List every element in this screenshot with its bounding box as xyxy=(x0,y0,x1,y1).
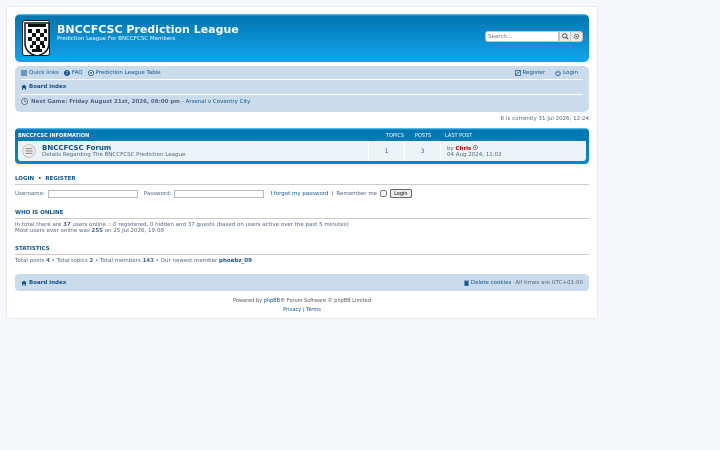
record-count: 255 xyxy=(91,228,104,234)
username-field[interactable] xyxy=(47,189,138,198)
forum-info: BNCCFCSC Forum Details Regarding The BNC… xyxy=(18,141,369,161)
last-post-header: LAST POST xyxy=(445,133,473,139)
register-link[interactable]: Register xyxy=(514,69,546,76)
view-latest-post-icon[interactable] xyxy=(473,144,478,150)
forum-last-post: by Chris 04 Aug 2024, 11:02 xyxy=(441,141,502,161)
register-label: Register xyxy=(522,69,546,76)
login-link[interactable]: Login xyxy=(555,70,578,76)
power-icon xyxy=(555,69,561,76)
record-text-post: on 25 Jul 2026, 19:06 xyxy=(103,228,164,234)
site-title[interactable]: BNCCFCSC Prediction League xyxy=(57,23,239,36)
forum-description: Details Regarding The BNCCFCSC Predictio… xyxy=(42,152,186,158)
powered-post: ® Forum Software © phpBB Limited xyxy=(280,298,371,304)
posts-header: POSTS xyxy=(414,133,432,139)
forum-category: BNCCFCSC INFORMATION TOPICS POSTS LAST P… xyxy=(15,128,589,164)
who-is-online-title: WHO IS ONLINE xyxy=(15,210,589,219)
quick-links-menu[interactable]: Quick links xyxy=(21,70,59,76)
home-icon xyxy=(21,280,27,286)
menu-icon xyxy=(21,70,27,75)
last-post-date: 04 Aug 2024, 11:02 xyxy=(447,151,502,158)
league-table-link[interactable]: Prediction League Table xyxy=(87,69,161,76)
gear-icon xyxy=(573,33,580,40)
login-label: Login xyxy=(563,69,578,76)
breadcrumb: Board index xyxy=(21,80,583,94)
footer-right: Delete cookies All times are UTC+01:00 xyxy=(463,279,583,286)
forum-read-icon xyxy=(22,144,36,158)
home-icon xyxy=(21,84,27,90)
clock-icon xyxy=(21,98,28,105)
header-bar: BNCCFCSC Prediction League Prediction Le… xyxy=(15,14,589,62)
remember-me-checkbox[interactable] xyxy=(380,190,388,197)
phpbb-link[interactable]: phpBB xyxy=(264,298,280,304)
search-button[interactable] xyxy=(559,31,571,42)
members-total: 143 xyxy=(142,258,154,264)
trash-icon xyxy=(463,280,469,286)
search-input[interactable] xyxy=(485,31,559,42)
footer-navbar: Board index Delete cookies All times are… xyxy=(15,274,589,291)
site-logo[interactable] xyxy=(22,20,50,56)
statistics-line: Total posts 4 • Total topics 2 • Total m… xyxy=(15,258,589,264)
quick-login-form: Username: Password: I forgot my password… xyxy=(15,189,589,198)
record-text-pre: Most users ever online was xyxy=(15,228,92,234)
header-bullet: • xyxy=(38,176,42,182)
forum-row[interactable]: BNCCFCSC Forum Details Regarding The BNC… xyxy=(18,141,586,161)
faq-link[interactable]: ? FAQ xyxy=(63,69,83,76)
next-game-date: Next Game: Friday August 21st, 2026, 08:… xyxy=(31,98,181,105)
copyright: Powered by phpBB® Forum Software © phpBB… xyxy=(15,297,589,315)
password-label: Password: xyxy=(143,190,172,197)
forum-table-header: BNCCFCSC INFORMATION TOPICS POSTS LAST P… xyxy=(18,131,586,141)
league-table-label: Prediction League Table xyxy=(95,69,161,76)
advanced-search-button[interactable] xyxy=(571,31,583,42)
quick-links-label: Quick links xyxy=(29,69,59,76)
footer-board-index[interactable]: Board index xyxy=(21,280,66,286)
login-button[interactable]: Login xyxy=(390,189,412,198)
newest-label: • Our newest member xyxy=(153,258,220,264)
board-index-label: Board index xyxy=(29,84,67,90)
terms-link[interactable]: Terms xyxy=(306,307,321,313)
site-description: Prediction League For BNCCFCSC Members xyxy=(57,36,176,42)
page-wrapper: BNCCFCSC Prediction League Prediction Le… xyxy=(6,6,598,319)
newest-member-link[interactable]: phoebz_09 xyxy=(219,258,252,264)
privacy-link[interactable]: Privacy xyxy=(283,307,301,313)
forum-topics-count: 1 xyxy=(369,141,405,161)
user-links: Register Login xyxy=(514,69,584,76)
username-label: Username: xyxy=(15,190,45,197)
faq-label: FAQ xyxy=(71,69,83,76)
topics-header: TOPICS xyxy=(385,133,405,139)
powered-pre: Powered by xyxy=(233,298,264,304)
remember-me-label: Remember me xyxy=(336,190,378,197)
forum-posts-count: 3 xyxy=(405,141,441,161)
breadcrumb-board-index[interactable]: Board index xyxy=(21,84,66,90)
current-time: It is currently 31 Jul 2026, 12:24 xyxy=(500,116,589,122)
login-title-link[interactable]: LOGIN xyxy=(15,176,34,182)
footer-board-index-label: Board index xyxy=(29,279,67,286)
delete-cookies-label: Delete cookies xyxy=(470,279,512,286)
category-title[interactable]: BNCCFCSC INFORMATION xyxy=(18,133,381,139)
topics-label: • Total topics xyxy=(49,258,90,264)
next-game-match[interactable]: Arsenal v Coventry City xyxy=(186,99,251,105)
posts-label: Total posts xyxy=(15,258,47,264)
edit-icon xyxy=(514,69,521,76)
forgot-password-link[interactable]: I forgot my password xyxy=(270,191,328,197)
navbar: Quick links ? FAQ Prediction League Tabl… xyxy=(15,66,589,112)
login-divider: | xyxy=(331,190,334,197)
delete-cookies-link[interactable]: Delete cookies xyxy=(463,279,512,286)
online-summary: In total there are 37 users online :: 0 … xyxy=(15,222,589,234)
football-icon xyxy=(87,69,94,76)
members-label: • Total members xyxy=(93,258,143,264)
statistics-title: STATISTICS xyxy=(15,246,589,255)
next-game-bar: Next Game: Friday August 21st, 2026, 08:… xyxy=(21,94,583,108)
timezone-text: All times are UTC+01:00 xyxy=(515,279,583,286)
who-is-online-link[interactable]: WHO IS ONLINE xyxy=(15,210,63,216)
question-icon: ? xyxy=(63,69,70,76)
forum-title-link[interactable]: BNCCFCSC Forum xyxy=(42,144,185,152)
nav-links-row: Quick links ? FAQ Prediction League Tabl… xyxy=(21,66,583,80)
password-field[interactable] xyxy=(174,189,265,198)
register-title-link[interactable]: REGISTER xyxy=(45,176,75,182)
search-icon xyxy=(561,33,569,40)
login-header: LOGIN • REGISTER xyxy=(15,176,589,185)
search-box xyxy=(485,31,583,42)
svg-text:?: ? xyxy=(66,71,69,76)
